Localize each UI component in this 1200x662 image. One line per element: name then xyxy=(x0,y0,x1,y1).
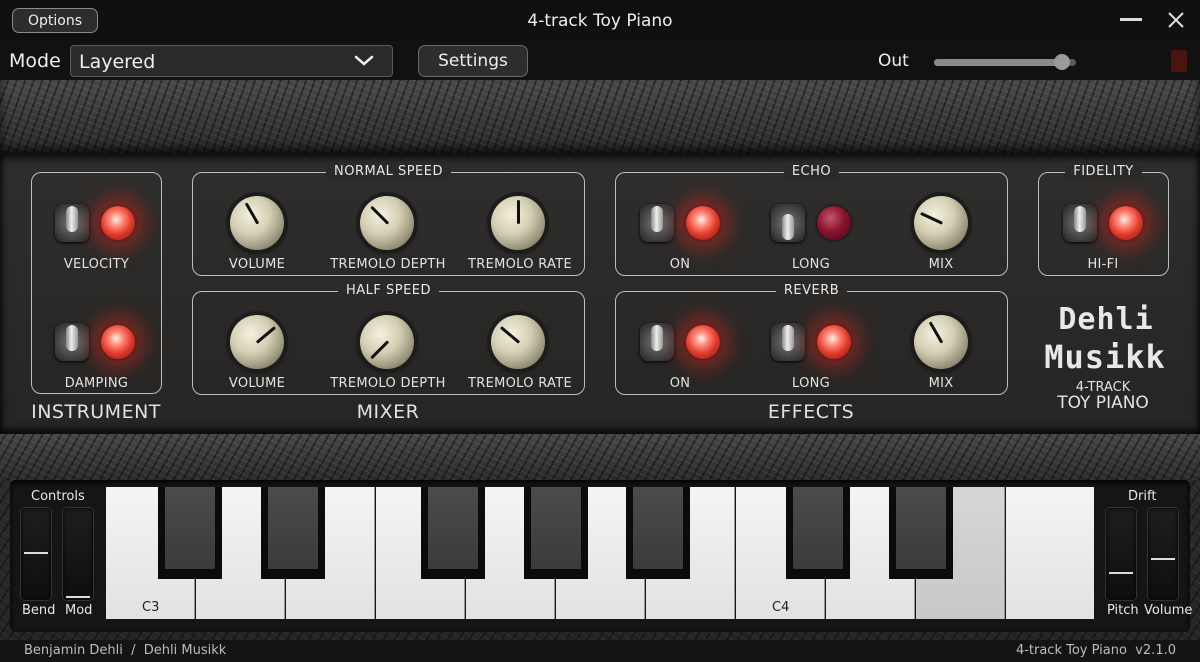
footer-version: 4-track Toy Piano v2.1.0 xyxy=(1015,643,1176,658)
clip-indicator xyxy=(1171,50,1187,72)
piano-keyboard: C3 C4 xyxy=(106,487,1094,619)
half-volume-label: VOLUME xyxy=(228,376,286,391)
logo-product-line2: TOY PIANO xyxy=(1057,393,1149,413)
normal-tremolo-rate-label: TREMOLO RATE xyxy=(468,257,572,272)
echo-mix-knob[interactable] xyxy=(914,196,968,250)
mode-select[interactable]: Layered xyxy=(70,45,393,77)
hifi-label: HI-FI xyxy=(1087,257,1119,272)
reverb-long-toggle[interactable] xyxy=(771,323,805,361)
reverb-on-led xyxy=(686,325,720,359)
black-key[interactable] xyxy=(261,487,325,579)
black-key[interactable] xyxy=(158,487,222,579)
mode-select-value: Layered xyxy=(79,51,156,73)
instrument-group xyxy=(31,172,162,394)
black-key[interactable] xyxy=(626,487,690,579)
footer: Benjamin Dehli / Dehli Musikk 4-track To… xyxy=(0,640,1200,662)
out-label: Out xyxy=(878,51,909,71)
hifi-toggle[interactable] xyxy=(1063,204,1097,242)
echo-long-label: LONG xyxy=(791,257,830,272)
effects-section-title: EFFECTS xyxy=(767,401,855,423)
half-tremolo-rate-label: TREMOLO RATE xyxy=(468,376,572,391)
velocity-toggle[interactable] xyxy=(55,204,89,242)
out-level-slider[interactable] xyxy=(934,54,1076,70)
footer-credits: Benjamin Dehli / Dehli Musikk xyxy=(24,643,227,658)
window-title: 4-track Toy Piano xyxy=(527,11,673,31)
echo-on-label: ON xyxy=(669,257,691,272)
echo-title: ECHO xyxy=(783,164,840,179)
echo-long-toggle[interactable] xyxy=(771,204,805,242)
normal-speed-title: NORMAL SPEED xyxy=(325,164,451,179)
half-speed-title: HALF SPEED xyxy=(337,283,440,298)
reverb-on-toggle[interactable] xyxy=(640,323,674,361)
chevron-down-icon xyxy=(354,55,374,66)
half-volume-knob[interactable] xyxy=(230,315,284,369)
reverb-long-label: LONG xyxy=(791,376,830,391)
echo-on-led xyxy=(686,206,720,240)
damping-led xyxy=(101,325,135,359)
bend-label: Bend xyxy=(22,603,56,618)
logo-brand-line2: Musikk xyxy=(1044,338,1166,376)
reverb-title: REVERB xyxy=(775,283,848,298)
mod-label: Mod xyxy=(65,603,93,618)
velocity-label: VELOCITY xyxy=(63,257,130,272)
echo-on-toggle[interactable] xyxy=(640,204,674,242)
logo-brand-line1: Dehli xyxy=(1058,302,1154,337)
normal-volume-label: VOLUME xyxy=(228,257,286,272)
title-bar: Options 4-track Toy Piano xyxy=(0,0,1200,42)
hifi-led xyxy=(1109,206,1143,240)
black-key[interactable] xyxy=(786,487,850,579)
reverb-mix-label: MIX xyxy=(928,376,954,391)
half-tremolo-rate-knob[interactable] xyxy=(491,315,545,369)
close-icon[interactable] xyxy=(1165,9,1187,31)
normal-tremolo-rate-knob[interactable] xyxy=(491,196,545,250)
mod-wheel[interactable] xyxy=(63,508,93,600)
drift-title: Drift xyxy=(1128,489,1157,504)
reverb-on-label: ON xyxy=(669,376,691,391)
damping-toggle[interactable] xyxy=(55,323,89,361)
pitch-drift-wheel[interactable] xyxy=(1106,508,1136,600)
out-level-thumb[interactable] xyxy=(1053,54,1070,70)
volume-label: Volume xyxy=(1144,603,1193,618)
white-key[interactable] xyxy=(1006,487,1094,619)
out-level-fill xyxy=(934,59,1062,66)
black-key[interactable] xyxy=(889,487,953,579)
half-tremolo-depth-knob[interactable] xyxy=(360,315,414,369)
instrument-section-title: INSTRUMENT xyxy=(31,401,161,423)
reverb-long-led xyxy=(817,325,851,359)
mode-label: Mode xyxy=(9,50,61,72)
volume-drift-wheel[interactable] xyxy=(1148,508,1178,600)
normal-volume-knob[interactable] xyxy=(230,196,284,250)
pitch-label: Pitch xyxy=(1107,603,1139,618)
settings-button[interactable]: Settings xyxy=(418,45,528,77)
bend-wheel[interactable] xyxy=(21,508,51,600)
echo-mix-label: MIX xyxy=(928,257,954,272)
faceplate xyxy=(0,154,1200,434)
black-key[interactable] xyxy=(524,487,588,579)
damping-label: DAMPING xyxy=(64,376,129,391)
minimize-icon[interactable] xyxy=(1120,18,1142,21)
toolbar: Mode Layered Settings Out xyxy=(0,42,1200,80)
echo-long-led xyxy=(817,206,851,240)
c3-key-label: C3 xyxy=(142,600,160,615)
controls-title: Controls xyxy=(31,489,85,504)
reverb-mix-knob[interactable] xyxy=(914,315,968,369)
normal-tremolo-depth-label: TREMOLO DEPTH xyxy=(330,257,446,272)
velocity-led xyxy=(101,206,135,240)
c4-key-label: C4 xyxy=(772,600,790,615)
normal-tremolo-depth-knob[interactable] xyxy=(360,196,414,250)
black-key[interactable] xyxy=(421,487,485,579)
mixer-section-title: MIXER xyxy=(356,401,420,423)
fidelity-title: FIDELITY xyxy=(1065,164,1142,179)
half-tremolo-depth-label: TREMOLO DEPTH xyxy=(330,376,446,391)
leather-top xyxy=(0,80,1200,154)
leather-middle xyxy=(0,434,1200,480)
